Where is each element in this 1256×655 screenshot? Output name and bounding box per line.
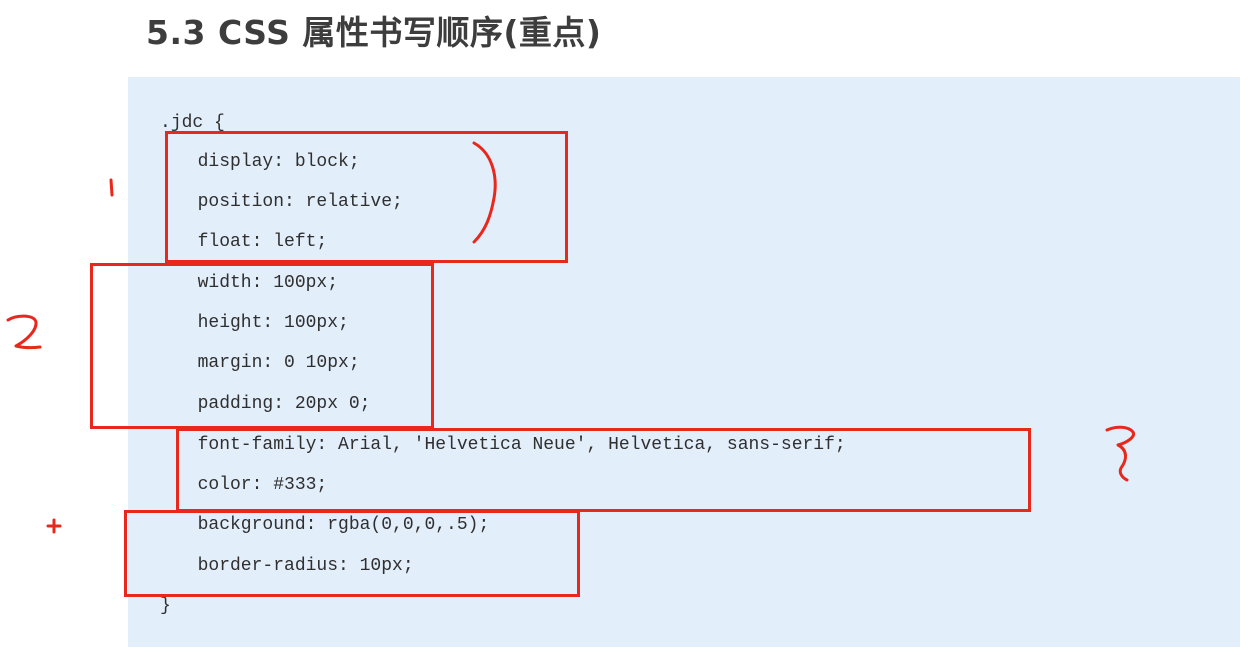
page-title: 5.3 CSS 属性书写顺序(重点) bbox=[146, 13, 602, 52]
group-box-visual bbox=[124, 510, 580, 597]
group-box-box-model bbox=[90, 263, 434, 429]
group-box-layout bbox=[165, 131, 568, 263]
group-box-text bbox=[176, 428, 1031, 512]
handwritten-mark-2 bbox=[6, 314, 42, 350]
code-line-closing-brace: } bbox=[160, 596, 171, 616]
handwritten-mark-plus bbox=[46, 518, 62, 534]
handwritten-mark-1 bbox=[109, 178, 114, 197]
